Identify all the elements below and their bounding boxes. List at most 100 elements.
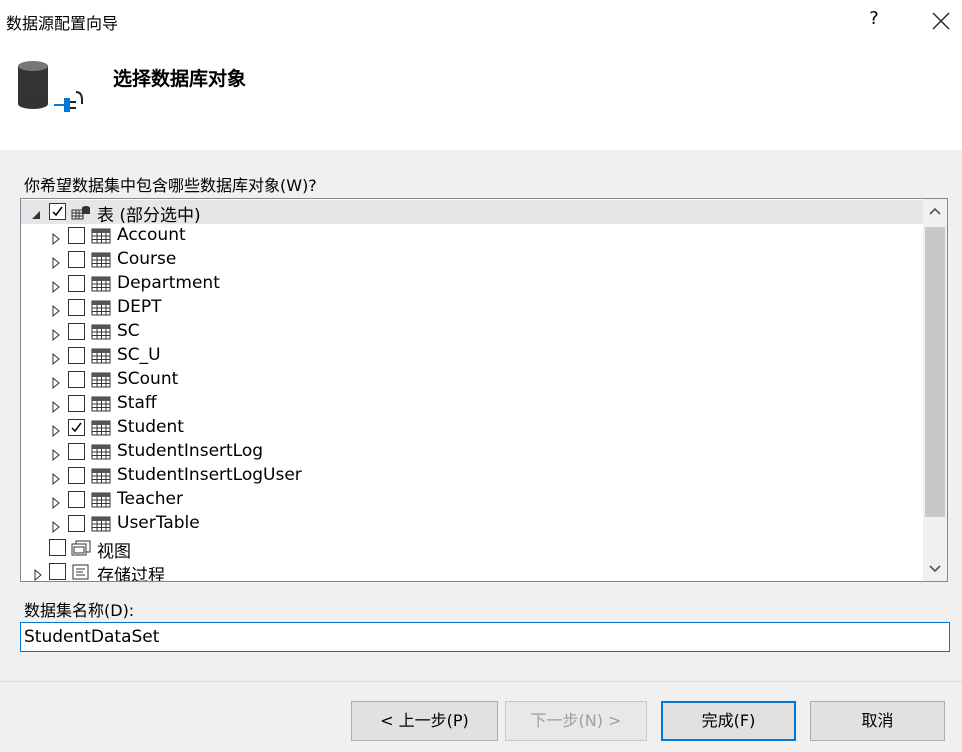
- table-icon: [91, 324, 111, 340]
- tree-node-table[interactable]: Account: [21, 224, 923, 248]
- expand-arrow-icon[interactable]: [51, 446, 61, 462]
- expand-arrow-icon[interactable]: [51, 494, 61, 510]
- expand-arrow-icon[interactable]: [51, 350, 61, 366]
- table-icon: [91, 252, 111, 268]
- expand-arrow-icon[interactable]: [51, 326, 61, 342]
- back-button[interactable]: < 上一步(P): [351, 701, 498, 741]
- expand-arrow-icon[interactable]: [51, 422, 61, 438]
- chevron-down-icon: [929, 565, 941, 573]
- finish-button[interactable]: 完成(F): [661, 701, 796, 741]
- views-icon: [71, 540, 91, 556]
- expand-arrow-icon[interactable]: [51, 518, 61, 534]
- tree-node-table[interactable]: DEPT: [21, 296, 923, 320]
- close-icon: [932, 12, 950, 30]
- table-icon: [91, 228, 111, 244]
- dataset-name-input[interactable]: [20, 622, 950, 652]
- table-checkbox[interactable]: [68, 467, 85, 484]
- tree-node-table[interactable]: Department: [21, 272, 923, 296]
- table-checkbox[interactable]: [68, 443, 85, 460]
- table-label: SC: [117, 321, 140, 341]
- tree-node-tables-label: 表 (部分选中): [97, 206, 201, 226]
- table-label: Teacher: [117, 489, 183, 509]
- tree-node-table[interactable]: SC: [21, 320, 923, 344]
- scroll-thumb[interactable]: [925, 227, 945, 517]
- dataset-name-label: 数据集名称(D):: [24, 601, 135, 620]
- cancel-button[interactable]: 取消: [810, 701, 945, 741]
- next-button[interactable]: 下一步(N) >: [505, 701, 647, 741]
- table-checkbox[interactable]: [68, 419, 85, 436]
- database-icon: [14, 58, 86, 118]
- footer-divider: [0, 681, 962, 682]
- close-button[interactable]: [928, 8, 954, 34]
- table-label: Staff: [117, 393, 157, 413]
- table-icon: [91, 396, 111, 412]
- objects-prompt-label: 你希望数据集中包含哪些数据库对象(W)?: [24, 176, 317, 195]
- checkbox-procedures[interactable]: [49, 563, 66, 580]
- tree-node-views[interactable]: 视图: [21, 536, 923, 562]
- checkbox-tables[interactable]: [49, 203, 66, 220]
- table-icon: [91, 372, 111, 388]
- expand-arrow-icon[interactable]: [51, 374, 61, 390]
- expand-arrow-icon[interactable]: [51, 302, 61, 318]
- table-icon: [91, 468, 111, 484]
- table-checkbox[interactable]: [68, 395, 85, 412]
- tables-folder-icon: [71, 204, 91, 220]
- expand-arrow-icon[interactable]: [51, 470, 61, 486]
- table-checkbox[interactable]: [68, 515, 85, 532]
- tree-node-table[interactable]: StudentInsertLog: [21, 440, 923, 464]
- table-label: SCount: [117, 369, 179, 389]
- table-label: StudentInsertLogUser: [117, 465, 302, 485]
- title-bar: 数据源配置向导 ?: [0, 0, 962, 44]
- tree-node-table[interactable]: UserTable: [21, 512, 923, 536]
- table-icon: [91, 300, 111, 316]
- table-label: DEPT: [117, 297, 162, 317]
- table-icon: [91, 348, 111, 364]
- table-icon: [91, 516, 111, 532]
- tree-node-table[interactable]: StudentInsertLogUser: [21, 464, 923, 488]
- table-label: Course: [117, 249, 177, 269]
- table-checkbox[interactable]: [68, 347, 85, 364]
- tree-node-table[interactable]: SCount: [21, 368, 923, 392]
- checkbox-views[interactable]: [49, 539, 66, 556]
- tree-scrollbar[interactable]: [923, 199, 947, 581]
- window-title: 数据源配置向导: [6, 14, 119, 33]
- expand-arrow-icon[interactable]: [51, 254, 61, 270]
- tree-node-procedures[interactable]: 存储过程: [21, 560, 923, 582]
- wizard-header: 选择数据库对象: [0, 44, 962, 150]
- expand-arrow-icon[interactable]: [51, 230, 61, 246]
- table-icon: [91, 420, 111, 436]
- table-label: Student: [117, 417, 184, 437]
- expand-arrow-icon[interactable]: [51, 278, 61, 294]
- page-heading: 选择数据库对象: [113, 68, 247, 90]
- table-label: StudentInsertLog: [117, 441, 264, 461]
- tree-node-table[interactable]: SC_U: [21, 344, 923, 368]
- tree-node-tables[interactable]: 表 (部分选中): [21, 200, 923, 226]
- help-button[interactable]: ?: [864, 8, 884, 32]
- expand-arrow-icon[interactable]: [51, 398, 61, 414]
- tree-node-table[interactable]: Course: [21, 248, 923, 272]
- scroll-down-button[interactable]: [923, 557, 947, 581]
- table-icon: [91, 492, 111, 508]
- table-checkbox[interactable]: [68, 371, 85, 388]
- tree-node-table[interactable]: Staff: [21, 392, 923, 416]
- table-label: SC_U: [117, 345, 161, 365]
- table-checkbox[interactable]: [68, 299, 85, 316]
- tree-node-views-label: 视图: [97, 542, 131, 562]
- stored-procedures-icon: [71, 564, 91, 580]
- scroll-up-button[interactable]: [923, 199, 947, 223]
- table-checkbox[interactable]: [68, 227, 85, 244]
- table-checkbox[interactable]: [68, 251, 85, 268]
- tree-node-table[interactable]: Student: [21, 416, 923, 440]
- table-checkbox[interactable]: [68, 491, 85, 508]
- table-checkbox[interactable]: [68, 275, 85, 292]
- collapse-arrow-icon[interactable]: [31, 206, 41, 219]
- chevron-up-icon: [929, 207, 941, 215]
- table-label: Account: [117, 225, 186, 245]
- database-objects-tree[interactable]: 表 (部分选中) Account Course Department DEPT …: [20, 198, 948, 582]
- tree-node-table[interactable]: Teacher: [21, 488, 923, 512]
- expand-arrow-icon[interactable]: [33, 566, 43, 581]
- tree-node-procedures-label: 存储过程: [97, 566, 165, 582]
- table-icon: [91, 276, 111, 292]
- table-label: Department: [117, 273, 220, 293]
- table-checkbox[interactable]: [68, 323, 85, 340]
